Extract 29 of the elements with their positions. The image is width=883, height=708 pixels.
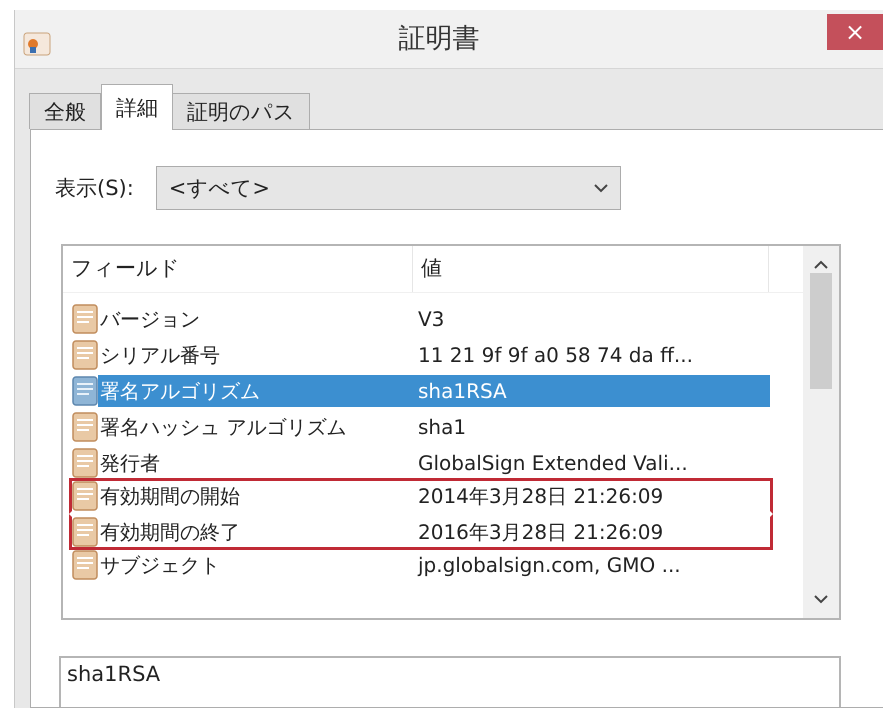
tab[interactable]: 証明のパス	[172, 93, 310, 129]
close-button[interactable]: ×	[827, 14, 883, 50]
column-header[interactable]: フィールド	[63, 246, 413, 292]
certificate-icon	[72, 481, 98, 511]
certificate-icon	[23, 32, 51, 56]
list-row[interactable]: 発行者 GlobalSign Extended Vali...	[98, 447, 770, 479]
certificate-icon	[72, 412, 98, 442]
chevron-down-icon	[594, 184, 608, 192]
scroll-down-icon[interactable]	[814, 595, 828, 604]
list-row[interactable]: シリアル番号 11 21 9f 9f a0 58 74 da ff...	[98, 339, 770, 371]
detail-text-box[interactable]: sha1RSA	[59, 656, 841, 707]
show-dropdown[interactable]: <すべて>	[156, 166, 621, 210]
show-label: 表示(S):	[55, 175, 134, 202]
list-row[interactable]: 署名ハッシュ アルゴリズム sha1	[98, 411, 770, 443]
tab[interactable]: 全般	[29, 93, 101, 129]
list-row[interactable]: バージョン V3	[98, 303, 770, 335]
certificate-icon	[72, 340, 98, 370]
certificate-icon	[72, 376, 98, 406]
scrollbar-thumb[interactable]	[810, 273, 832, 389]
certificate-icon	[72, 517, 98, 547]
certificate-icon	[72, 304, 98, 334]
column-header[interactable]: 値	[413, 246, 769, 292]
certificate-icon	[72, 550, 98, 580]
scroll-up-icon[interactable]	[814, 260, 828, 269]
tab[interactable]: 詳細	[101, 84, 173, 130]
certificate-icon	[72, 448, 98, 478]
scrollbar[interactable]	[803, 246, 839, 618]
window-title: 証明書	[398, 22, 480, 56]
list-row[interactable]: サブジェクト jp.globalsign.com, GMO ...	[98, 549, 770, 581]
